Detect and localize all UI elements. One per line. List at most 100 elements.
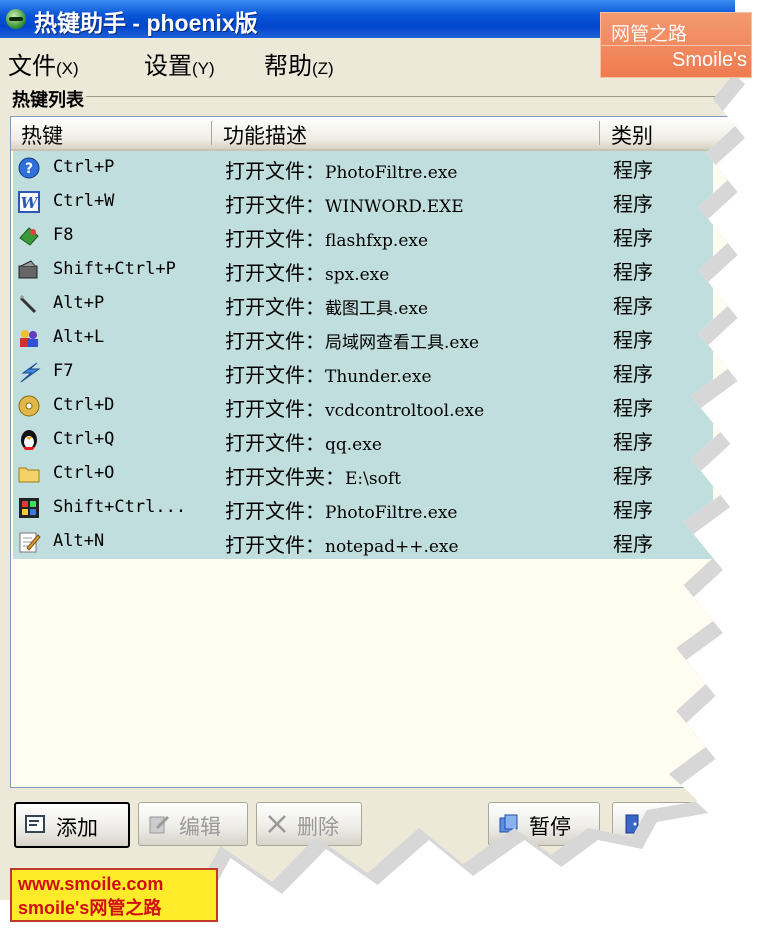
row-description: 打开文件夹：E:\soft [225,461,401,490]
delete-button-label: 删除 [297,816,339,839]
row-desc-target: vcdcontroltool.exe [325,401,485,421]
row-type: 程序 [613,466,653,488]
row-type: 程序 [613,500,653,522]
row-desc-prefix: 打开文件： [225,195,325,217]
column-separator[interactable] [599,121,600,145]
svg-text:W: W [21,194,40,212]
column-separator[interactable] [211,121,212,145]
menu-file[interactable]: 文件(X) [8,46,79,81]
row-description: 打开文件：qq.exe [225,427,382,456]
flashfxp-icon [17,224,41,248]
hotkey-helper-window: 热键助手 - phoenix版 文件(X) 设置(Y) 帮助(Z) 热键列表 热… [0,0,735,900]
row-description: 打开文件：flashfxp.exe [225,223,428,252]
row-desc-prefix: 打开文件： [225,229,325,251]
column-header-description[interactable]: 功能描述 [223,120,307,150]
table-row[interactable]: Alt+N 打开文件：notepad++.exe 程序 [13,525,713,559]
row-hotkey: Alt+N [53,531,105,551]
row-desc-prefix: 打开文件： [225,535,325,557]
row-desc-prefix: 打开文件： [225,365,325,387]
network-users-icon [17,326,41,350]
row-hotkey: Shift+Ctrl+P [53,259,176,279]
row-hotkey: Alt+P [53,293,105,313]
word-icon: W [17,190,41,214]
row-hotkey: Ctrl+O [53,463,115,483]
row-description: 打开文件：notepad++.exe [225,529,459,558]
row-hotkey: Ctrl+P [53,157,115,177]
row-description: 打开文件：局域网查看工具.exe [225,325,479,354]
row-desc-target: 截图工具.exe [325,299,429,319]
row-hotkey: F7 [53,361,74,381]
column-header-hotkey[interactable]: 热键 [21,120,63,150]
film-icon [17,496,41,520]
folder-icon [17,462,41,486]
row-desc-prefix: 打开文件： [225,161,325,183]
logo-rule [601,45,751,46]
button-bar: 添加 编辑 删除 暂停 [0,792,735,862]
row-desc-target: WINWORD.EXE [325,197,464,217]
pause-button-label: 暂停 [529,816,571,839]
row-desc-target: 局域网查看工具.exe [325,333,480,353]
row-desc-target: E:\soft [345,469,401,489]
cd-icon [17,394,41,418]
row-hotkey: Ctrl+D [53,395,115,415]
row-description: 打开文件：截图工具.exe [225,291,428,320]
add-button[interactable]: 添加 [14,802,130,848]
row-hotkey: Shift+Ctrl... [53,497,187,517]
app-root: 热键助手 - phoenix版 文件(X) 设置(Y) 帮助(Z) 热键列表 热… [0,0,758,929]
column-header-type[interactable]: 类别 [611,120,653,150]
row-type: 程序 [613,534,653,556]
menu-settings-accel: (Y) [192,59,215,78]
table-row[interactable]: W Ctrl+W 打开文件：WINWORD.EXE 程序 [13,185,713,219]
row-type: 程序 [613,398,653,420]
add-icon [24,813,48,837]
delete-icon [265,812,289,836]
row-type: 程序 [613,296,653,318]
row-description: 打开文件：vcdcontroltool.exe [225,393,484,422]
group-border [82,96,722,97]
hotkey-listview[interactable]: 热键 功能描述 类别 ? Ctrl+P 打开文件：PhotoFiltre.exe 程序… [10,116,735,788]
row-type: 程序 [613,262,653,284]
row-desc-target: Thunder.exe [325,367,432,387]
row-type: 程序 [613,330,653,352]
row-type: 程序 [613,160,653,182]
table-row[interactable]: Alt+P 打开文件：截图工具.exe 程序 [13,287,713,321]
row-description: 打开文件：Thunder.exe [225,359,432,388]
menu-settings[interactable]: 设置(Y) [144,46,215,81]
table-row[interactable]: Alt+L 打开文件：局域网查看工具.exe 程序 [13,321,713,355]
row-desc-prefix: 打开文件： [225,331,325,353]
watermark-line1: www.smoile.com [18,874,164,894]
edit-button-label: 编辑 [179,816,221,839]
watermark-line2: smoile's网管之路 [18,898,162,918]
row-description: 打开文件：WINWORD.EXE [225,189,464,218]
window-title: 热键助手 - phoenix版 [34,10,258,36]
notepad-icon [17,530,41,554]
list-header: 热键 功能描述 类别 [11,117,735,151]
menu-help[interactable]: 帮助(Z) [264,46,334,81]
table-row[interactable]: ? Ctrl+P 打开文件：PhotoFiltre.exe 程序 [13,151,713,185]
table-row[interactable]: Ctrl+Q 打开文件：qq.exe 程序 [13,423,713,457]
row-desc-target: notepad++.exe [325,537,459,557]
row-desc-target: PhotoFiltre.exe [325,163,458,183]
menu-help-label: 帮助 [264,53,312,80]
table-row[interactable]: Ctrl+D 打开文件：vcdcontroltool.exe 程序 [13,389,713,423]
row-desc-prefix: 打开文件： [225,501,325,523]
menu-file-label: 文件 [8,53,56,80]
row-desc-prefix: 打开文件： [225,263,325,285]
thunder-icon [17,360,41,384]
table-row[interactable]: Shift+Ctrl... 打开文件：PhotoFiltre.exe 程序 [13,491,713,525]
table-row[interactable]: F8 打开文件：flashfxp.exe 程序 [13,219,713,253]
table-row[interactable]: F7 打开文件：Thunder.exe 程序 [13,355,713,389]
row-hotkey: Alt+L [53,327,105,347]
delete-button[interactable]: 删除 [256,802,362,846]
table-row[interactable]: Shift+Ctrl+P 打开文件：spx.exe 程序 [13,253,713,287]
help-circle-icon: ? [17,156,41,180]
row-desc-target: flashfxp.exe [325,231,429,251]
table-row[interactable]: Ctrl+O 打开文件夹：E:\soft 程序 [13,457,713,491]
logo-line1: 网管之路 [611,24,688,45]
svg-text:?: ? [25,161,33,177]
row-description: 打开文件：spx.exe [225,257,389,286]
edit-button[interactable]: 编辑 [138,802,248,846]
row-hotkey: Ctrl+Q [53,429,115,449]
row-type: 程序 [613,432,653,454]
row-desc-target: qq.exe [325,435,382,455]
